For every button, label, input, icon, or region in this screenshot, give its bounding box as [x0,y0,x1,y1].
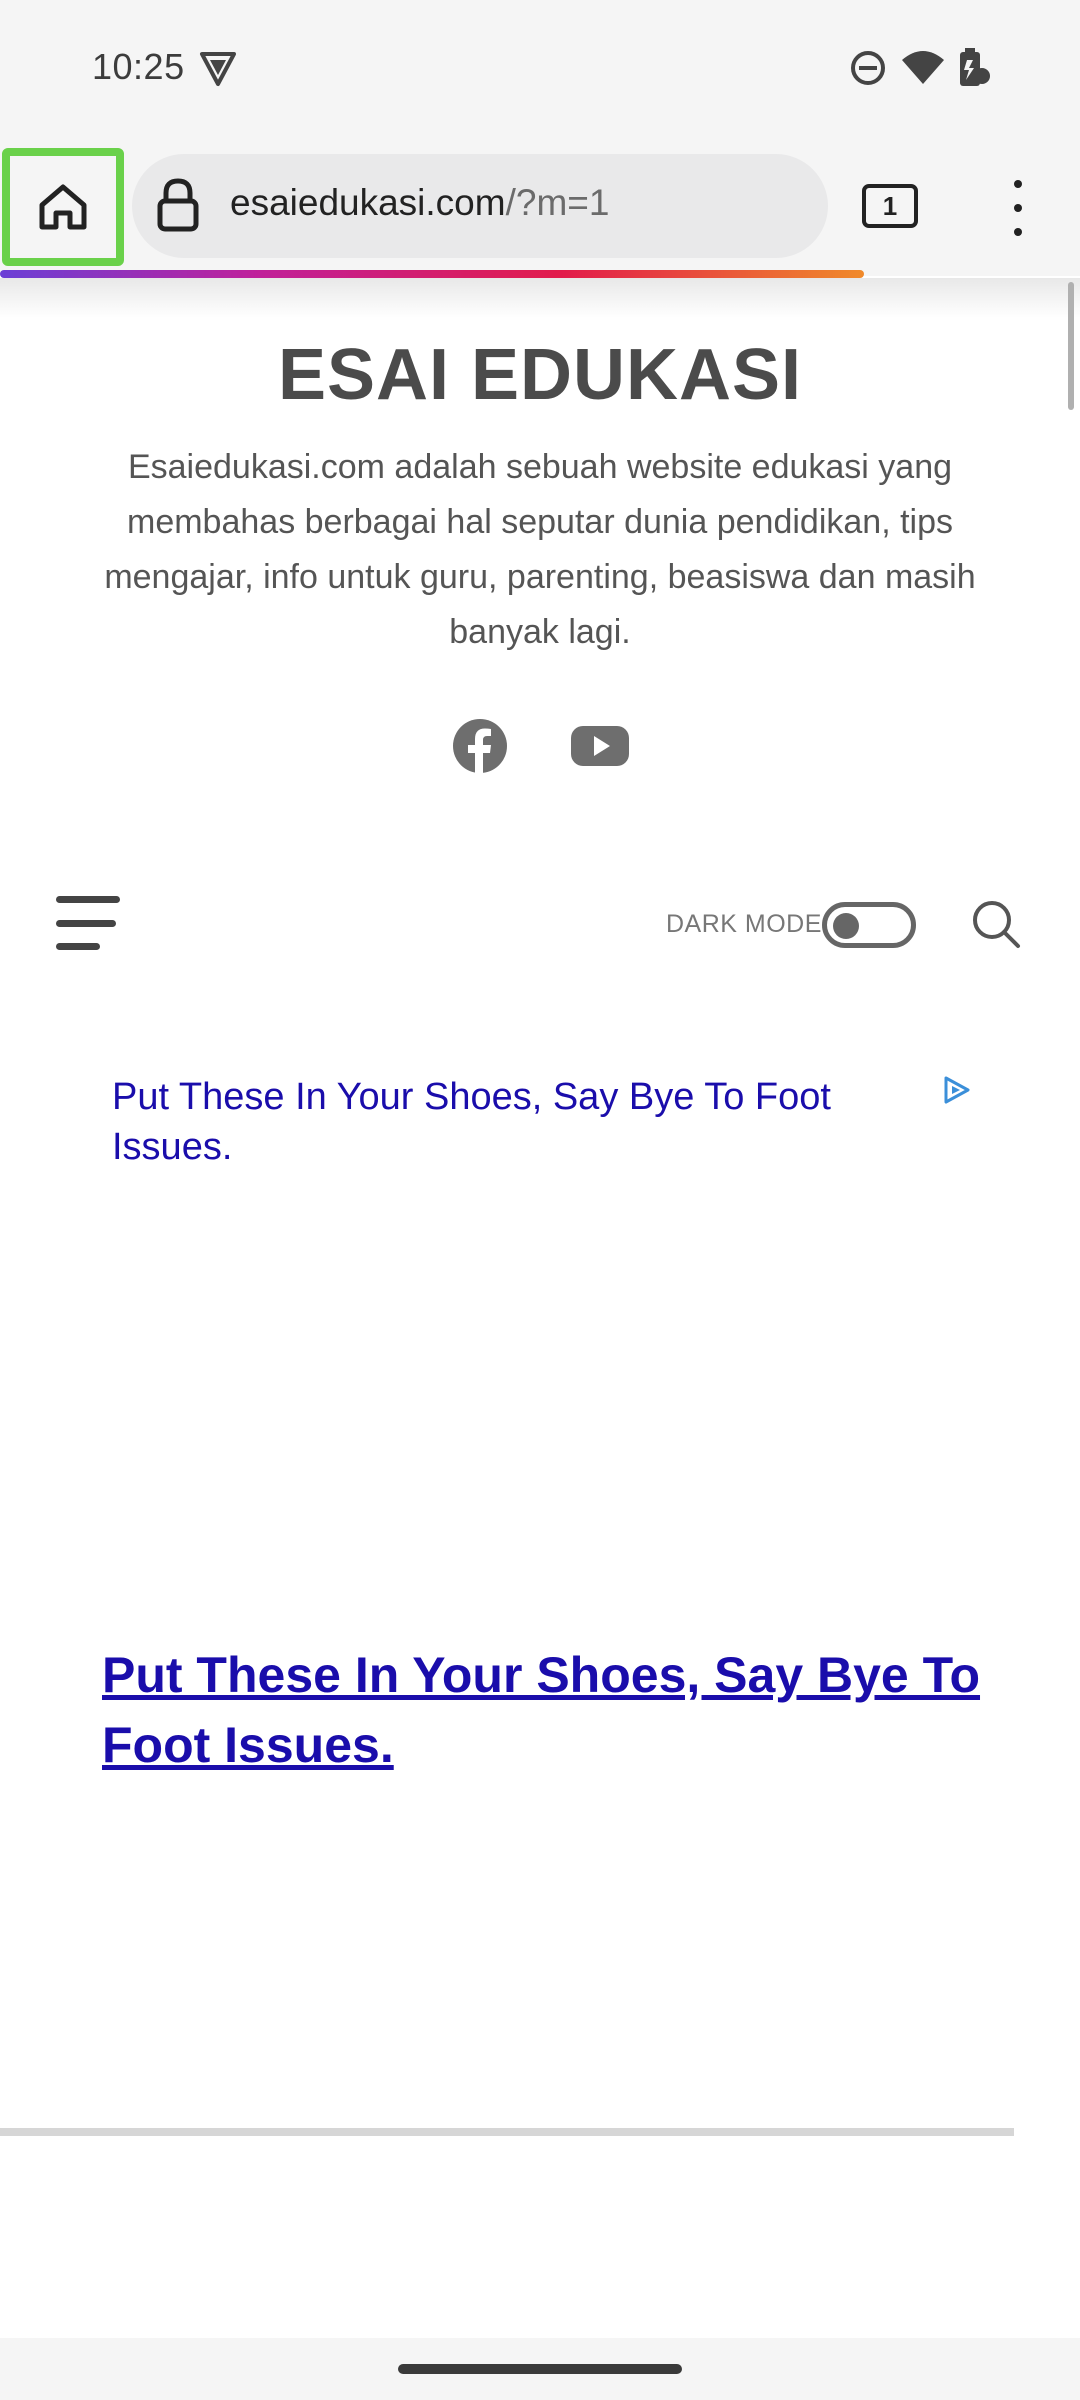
lock-icon[interactable] [152,177,204,233]
dark-mode-toggle[interactable] [822,902,916,948]
hamburger-line [56,943,100,950]
wifi-icon [902,51,944,84]
do-not-disturb-icon [851,51,885,85]
search-icon[interactable] [970,898,1022,950]
menu-dot [1014,228,1022,236]
ad-headline[interactable]: Put These In Your Shoes, Say Bye To Foot… [112,1072,932,1172]
url-domain: esaiedukasi.com [230,182,506,223]
vpn-icon [200,52,236,86]
adchoices-icon[interactable] [940,1074,972,1106]
hamburger-line [56,919,116,927]
menu-dot [1014,204,1022,212]
ad-link[interactable]: Put These In Your Shoes, Say Bye To Foot… [102,1640,1002,1780]
content-divider [0,2128,1014,2136]
screen: 10:25 esaiedukasi.com/?m=1 1 ESAI EDUKAS… [0,0,1080,2400]
dark-mode-label: DARK MODE [666,910,822,938]
battery-icon [960,48,990,86]
hamburger-menu-button[interactable] [56,896,122,950]
tab-switcher-button[interactable]: 1 [862,184,918,228]
gesture-handle[interactable] [398,2364,682,2374]
overflow-menu-button[interactable] [998,180,1038,236]
site-description: Esaiedukasi.com adalah sebuah website ed… [104,448,976,651]
site-title[interactable]: ESAI EDUKASI [0,334,1080,416]
page-load-progress [0,270,864,278]
hamburger-line [56,896,120,903]
youtube-icon[interactable] [570,718,630,774]
home-icon [39,184,87,230]
tab-count: 1 [882,190,898,221]
toolbar-shadow [0,278,1080,318]
url-path: /?m=1 [505,182,610,223]
status-time: 10:25 [92,46,185,87]
facebook-icon[interactable] [452,718,508,774]
home-button[interactable] [2,148,124,266]
toggle-knob [833,913,859,939]
menu-dot [1014,180,1022,188]
url-text[interactable]: esaiedukasi.com/?m=1 [230,182,609,224]
